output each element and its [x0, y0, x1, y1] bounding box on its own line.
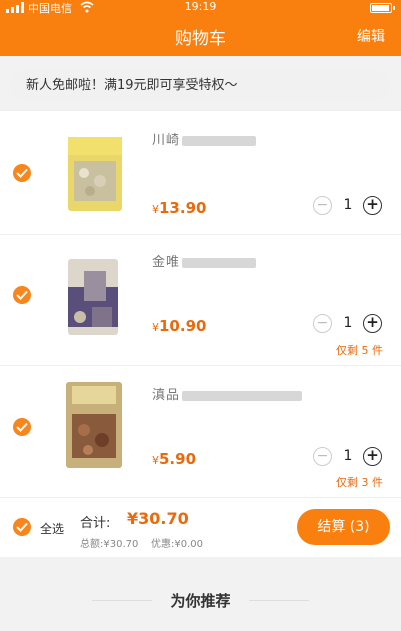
select-all-label[interactable]: 全选 [40, 520, 64, 537]
cart-list: 川崎 ¥13.90 − 1 + 金唯 ¥10.90 − 1 + 仅剩 5 件 滇… [0, 110, 401, 497]
stock-notice: 仅剩 5 件 [336, 344, 383, 357]
item-checkbox[interactable] [13, 164, 31, 182]
top-bar: 中国电信 19:19 购物车 编辑 [0, 0, 401, 56]
blurred-text [182, 257, 257, 268]
item-name[interactable]: 川崎 [152, 129, 257, 148]
blurred-text [182, 390, 303, 401]
subtotal-text: 总额:¥30.70 [80, 539, 139, 550]
promo-banner: 新人免邮啦！满19元即可享受特权～ [10, 70, 390, 102]
cart-item: 川崎 ¥13.90 − 1 + [0, 110, 401, 234]
checkout-button[interactable]: 结算 (3) [297, 509, 390, 545]
item-name[interactable]: 金唯 [152, 251, 257, 270]
product-image[interactable] [62, 380, 126, 470]
checkmark-icon [16, 522, 28, 532]
cart-item: 金唯 ¥10.90 − 1 + 仅剩 5 件 [0, 234, 401, 365]
checkmark-icon [16, 290, 28, 300]
product-image[interactable] [62, 257, 126, 337]
minus-icon[interactable]: − [313, 196, 332, 215]
checkmark-icon [16, 422, 28, 432]
total-label: 合计: [80, 516, 111, 531]
minus-icon[interactable]: − [313, 447, 332, 466]
checkout-bar: 全选 合计: ¥30.70 总额:¥30.70 优惠:¥0.00 结算 (3) [0, 497, 401, 557]
item-price: ¥10.90 [152, 317, 207, 335]
select-all-checkbox[interactable] [13, 518, 31, 536]
quantity-value[interactable]: 1 [338, 315, 358, 331]
plus-icon[interactable]: + [363, 447, 382, 466]
item-checkbox[interactable] [13, 286, 31, 304]
cart-item: 滇品 ¥5.90 − 1 + 仅剩 3 件 [0, 365, 401, 497]
minus-icon[interactable]: − [313, 314, 332, 333]
page-title: 购物车 [175, 29, 226, 49]
quantity-value[interactable]: 1 [338, 197, 358, 213]
discount-text: 优惠:¥0.00 [151, 539, 203, 550]
plus-icon[interactable]: + [363, 314, 382, 333]
battery-icon [370, 3, 395, 13]
item-checkbox[interactable] [13, 418, 31, 436]
edit-button[interactable]: 编辑 [357, 26, 385, 46]
product-image[interactable] [62, 133, 126, 213]
status-bar: 中国电信 19:19 [0, 0, 401, 16]
divider-right [249, 600, 309, 601]
stock-notice: 仅剩 3 件 [336, 476, 383, 489]
status-time: 19:19 [184, 0, 217, 13]
recommend-title: 为你推荐 [170, 592, 231, 610]
blurred-text [182, 135, 257, 146]
item-price: ¥5.90 [152, 450, 197, 468]
item-price: ¥13.90 [152, 199, 207, 217]
quantity-value[interactable]: 1 [338, 448, 358, 464]
plus-icon[interactable]: + [363, 196, 382, 215]
total-value: ¥30.70 [127, 509, 189, 528]
checkmark-icon [16, 168, 28, 178]
item-name[interactable]: 滇品 [152, 384, 303, 403]
